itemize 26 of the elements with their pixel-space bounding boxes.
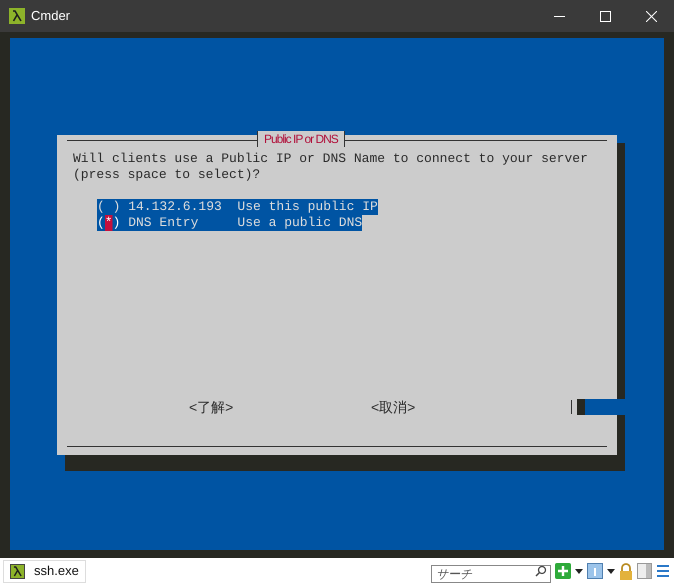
render-artifact-drawing	[577, 399, 625, 415]
console-tab[interactable]: ssh.exe	[3, 560, 86, 582]
radio-mark[interactable]: ( )	[97, 199, 120, 215]
lambda-icon	[9, 8, 25, 24]
option-description: Use a public DNS	[237, 215, 362, 231]
panel-icon[interactable]	[637, 563, 652, 579]
prompt-text: Will clients use a Public IP or DNS Name to connect to your server	[73, 151, 588, 167]
close-icon	[646, 10, 656, 22]
window-title: Cmder	[31, 7, 70, 26]
window-icon[interactable]	[587, 563, 603, 579]
caret-icon[interactable]	[607, 568, 615, 574]
search-field[interactable]: サーチ	[431, 565, 551, 583]
dialog-title: Public IP or DNS	[257, 131, 345, 147]
menu-icon[interactable]	[656, 564, 670, 578]
caret-icon[interactable]	[575, 568, 583, 574]
prompt-text: (press space to select)?	[73, 167, 260, 183]
tab-label: ssh.exe	[34, 562, 79, 580]
option-row[interactable]: ( ) 14.132.6.193 Use this public IP	[97, 199, 378, 215]
option-value: 14.132.6.193	[128, 199, 223, 215]
cancel-button[interactable]: <取消>	[371, 399, 416, 415]
option-description: Use this public IP	[237, 199, 378, 215]
option-value: DNS Entry	[128, 215, 200, 231]
search-icon	[535, 565, 547, 577]
maximize-icon	[600, 10, 610, 22]
ok-button[interactable]: <了解>	[189, 399, 234, 415]
lambda-icon	[10, 564, 25, 578]
